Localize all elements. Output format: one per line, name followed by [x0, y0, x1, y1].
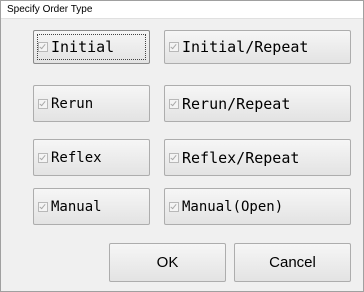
specify-order-type-dialog: Specify Order Type Initial Initial/Repea…: [0, 0, 364, 292]
checkbox-icon: [38, 42, 48, 52]
order-type-rerun-repeat-button[interactable]: Rerun/Repeat: [164, 85, 351, 122]
ok-button-label: OK: [156, 254, 179, 271]
order-type-initial-repeat-button[interactable]: Initial/Repeat: [164, 30, 351, 64]
order-type-manual-button[interactable]: Manual: [33, 188, 150, 225]
order-type-label: Reflex: [51, 149, 102, 166]
checkbox-icon: [169, 42, 179, 52]
cancel-button-label: Cancel: [269, 254, 316, 271]
ok-button[interactable]: OK: [109, 243, 226, 282]
dialog-title: Specify Order Type: [7, 4, 93, 15]
order-type-manual-open-button[interactable]: Manual(Open): [164, 188, 351, 225]
order-type-reflex-repeat-button[interactable]: Reflex/Repeat: [164, 139, 351, 176]
order-type-label: Rerun: [51, 95, 94, 112]
cancel-button[interactable]: Cancel: [234, 243, 351, 282]
order-type-initial-button[interactable]: Initial: [33, 30, 150, 64]
order-type-rerun-button[interactable]: Rerun: [33, 85, 150, 122]
title-bar: Specify Order Type: [1, 1, 363, 19]
order-type-label: Manual(Open): [182, 198, 284, 215]
checkbox-icon: [38, 152, 48, 163]
checkbox-icon: [169, 201, 179, 212]
order-type-label: Manual: [51, 198, 102, 215]
order-type-label: Initial: [51, 38, 115, 56]
checkbox-icon: [169, 98, 179, 109]
order-type-reflex-button[interactable]: Reflex: [33, 139, 150, 176]
order-type-label: Reflex/Repeat: [182, 148, 300, 167]
order-type-label: Rerun/Repeat: [182, 94, 291, 113]
checkbox-icon: [38, 201, 48, 212]
order-type-label: Initial/Repeat: [182, 38, 309, 56]
checkbox-icon: [169, 152, 179, 163]
checkbox-icon: [38, 98, 48, 109]
